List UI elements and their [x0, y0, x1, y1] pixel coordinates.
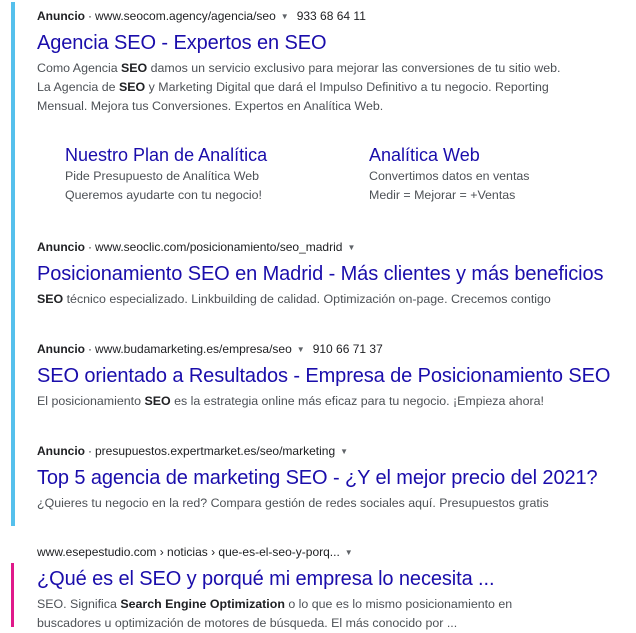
caret-down-icon[interactable]: ▼ — [340, 447, 348, 456]
sitelink-line: Pide Presupuesto de Analítica Web — [65, 169, 260, 183]
ad-meta: Anuncio · www.seocom.agency/agencia/seo ▼ 93… — [37, 7, 632, 26]
desc-bold: SEO — [119, 80, 146, 94]
ad-title-part-1[interactable]: SEO orientado a Resultados — [37, 365, 288, 387]
ad-display-url[interactable]: www.seocom.agency/agencia/seo — [95, 9, 276, 23]
ad-label: Anuncio — [37, 240, 85, 254]
ad-meta: Anuncio · presupuestos.expertmarket.es/seo… — [37, 442, 632, 461]
desc-bold: SEO — [37, 292, 64, 306]
desc-text: SEO. Significa — [37, 597, 121, 611]
ad-title-part-1[interactable]: Top 5 agencia de marketing SEO — [37, 467, 328, 489]
ad-phone[interactable]: 933 68 64 11 — [297, 9, 366, 23]
ad-display-url[interactable]: www.budamarketing.es/empresa/seo — [95, 342, 292, 356]
ads-section-bar — [11, 2, 15, 526]
ad-description: Como Agencia SEO damos un servicio exclu… — [37, 59, 632, 116]
ad-title-link[interactable]: SEO orientado a Resultados - Empresa de … — [37, 363, 632, 389]
sitelink-line: Queremos ayudarte con tu negocio! — [65, 188, 262, 202]
ad-result-3: Anuncio · www.budamarketing.es/empresa/seo… — [37, 340, 632, 411]
title-separator: - — [155, 32, 174, 54]
ad-label: Anuncio — [37, 444, 85, 458]
ad-meta: Anuncio · www.seoclic.com/posicionamiento/… — [37, 238, 632, 257]
ad-display-url[interactable]: www.seoclic.com/posicionamiento/seo_madr… — [95, 240, 342, 254]
organic-title-link[interactable]: ¿Qué es el SEO y porqué mi empresa lo ne… — [37, 566, 632, 592]
ad-description: ¿Quieres tu negocio en la red? Compara g… — [37, 496, 549, 510]
ad-meta: Anuncio · www.budamarketing.es/empresa/seo… — [37, 340, 632, 359]
ad-title-part-2[interactable]: Empresa de Posicionamiento SEO — [305, 365, 610, 387]
desc-text: o lo que es lo mismo posicionamiento en — [284, 597, 513, 611]
separator-dot: · — [88, 444, 92, 458]
separator-dot: · — [88, 240, 92, 254]
desc-text: técnico especializado. Linkbuilding de c… — [63, 292, 551, 306]
desc-bold: Search Engine Optimization — [120, 597, 285, 611]
ad-label: Anuncio — [37, 342, 85, 356]
desc-text: es la estrategia online más eficaz para … — [170, 394, 544, 408]
caret-down-icon[interactable]: ▼ — [297, 345, 305, 354]
ad-title-part-1[interactable]: Posicionamiento SEO en Madrid — [37, 263, 323, 285]
sitelink-line: Medir = Mejorar = +Ventas — [369, 188, 516, 202]
caret-down-icon[interactable]: ▼ — [281, 12, 289, 21]
organic-breadcrumb-url[interactable]: www.esepestudio.com › noticias › que-es-… — [37, 545, 340, 559]
title-separator: - — [323, 263, 341, 285]
ad-display-url[interactable]: presupuestos.expertmarket.es/seo/marketi… — [95, 444, 335, 458]
caret-down-icon[interactable]: ▼ — [347, 243, 355, 252]
title-separator: - — [327, 467, 345, 489]
desc-text: Como Agencia — [37, 61, 122, 75]
ad-title-link[interactable]: Agencia SEO - Expertos en SEO — [37, 30, 632, 56]
ad-description: El posicionamiento SEO es la estrategia … — [37, 392, 632, 411]
sitelink-title[interactable]: Nuestro Plan de Analítica — [65, 144, 345, 166]
sitelink-analytics-plan: Nuestro Plan de Analítica Pide Presupues… — [65, 144, 345, 205]
sitelink-title[interactable]: Analítica Web — [369, 144, 636, 166]
desc-text: y Marketing Digital que dará el Impulso … — [145, 80, 549, 94]
desc-text: La Agencia de — [37, 80, 119, 94]
ad-title-link[interactable]: Top 5 agencia de marketing SEO - ¿Y el m… — [37, 465, 632, 491]
organic-result: www.esepestudio.com › noticias › que-es-… — [37, 543, 632, 633]
ad-phone[interactable]: 910 66 71 37 — [313, 342, 383, 356]
desc-text: El posicionamiento — [37, 394, 145, 408]
desc-bold: SEO — [121, 61, 148, 75]
desc-text: Mensual. Mejora tus Conversiones. Expert… — [37, 99, 384, 113]
sitelink-web-analytics: Analítica Web Convertimos datos en venta… — [369, 144, 636, 205]
ad-title-part-2[interactable]: Expertos en SEO — [173, 32, 326, 54]
organic-meta: www.esepestudio.com › noticias › que-es-… — [37, 543, 632, 562]
separator-dot: · — [88, 342, 92, 356]
ad-title-part-2[interactable]: ¿Y el mejor precio del 2021? — [345, 467, 598, 489]
ad-title-part-2[interactable]: Más clientes y más beneficios — [341, 263, 604, 285]
ad-title-part-1[interactable]: Agencia SEO — [37, 32, 156, 54]
ad-description: SEO técnico especializado. Linkbuilding … — [37, 290, 632, 309]
separator-dot: · — [88, 9, 92, 23]
sitelink-line: Convertimos datos en ventas — [369, 169, 530, 183]
ad-result-2: Anuncio · www.seoclic.com/posicionamiento/… — [37, 238, 632, 309]
desc-text: buscadores u optimización de motores de … — [37, 616, 458, 630]
ad-title-link[interactable]: Posicionamiento SEO en Madrid - Más clie… — [37, 261, 632, 287]
desc-text: damos un servicio exclusivo para mejorar… — [147, 61, 561, 75]
ad-result-4: Anuncio · presupuestos.expertmarket.es/seo… — [37, 442, 632, 513]
ad-label: Anuncio — [37, 9, 85, 23]
organic-result-bar — [11, 563, 14, 627]
ad-result-1: Anuncio · www.seocom.agency/agencia/seo ▼ 93… — [37, 7, 632, 202]
title-separator: - — [287, 365, 306, 387]
caret-down-icon[interactable]: ▼ — [345, 548, 353, 557]
desc-bold: SEO — [144, 394, 171, 408]
organic-description: SEO. Significa Search Engine Optimizatio… — [37, 595, 632, 633]
